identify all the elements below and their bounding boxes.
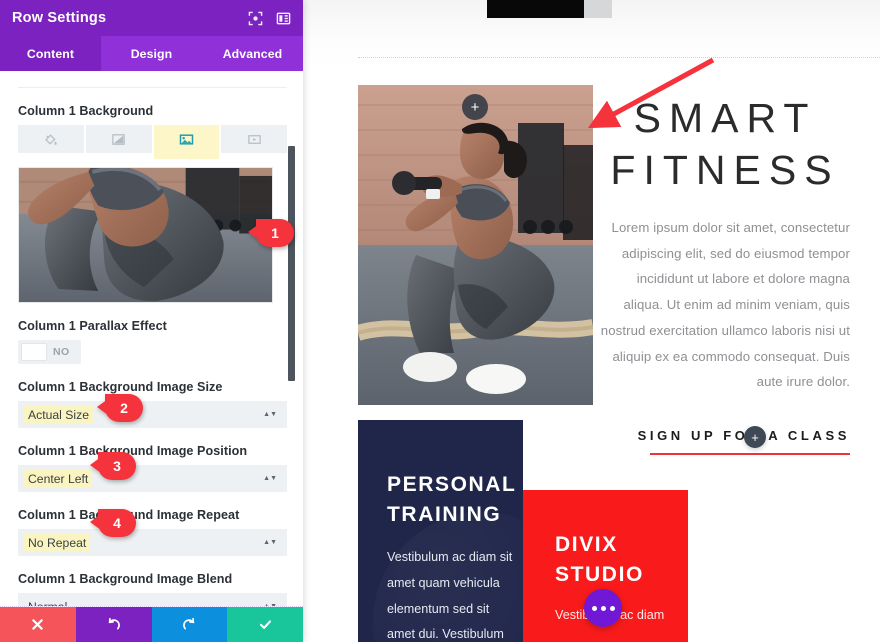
bg-image-position-value: Center Left bbox=[24, 469, 93, 488]
bg-image-position-select[interactable]: Center Left ▲▼ bbox=[18, 465, 287, 492]
background-color-icon bbox=[45, 133, 58, 145]
image-add-icon[interactable]: + bbox=[462, 94, 488, 120]
more-options-fab[interactable] bbox=[584, 589, 622, 627]
callout-number: 2 bbox=[120, 400, 128, 416]
column-background-label: Column 1 Background bbox=[18, 104, 154, 118]
bg-image-size-label: Column 1 Background Image Size bbox=[18, 380, 223, 394]
callout-pin-2: 2 bbox=[97, 394, 143, 422]
save-button[interactable] bbox=[227, 607, 303, 642]
redo-icon bbox=[182, 617, 195, 630]
bg-image-position-label: Column 1 Background Image Position bbox=[18, 444, 248, 458]
panel-scrollbar-thumb[interactable] bbox=[288, 146, 295, 381]
bg-image-size-value: Actual Size bbox=[24, 405, 93, 424]
panel-header: Row Settings bbox=[0, 0, 303, 36]
callout-pin-4: 4 bbox=[90, 509, 136, 537]
bg-image-repeat-value: No Repeat bbox=[24, 533, 91, 552]
undo-icon bbox=[108, 617, 121, 630]
background-image-preview[interactable] bbox=[18, 167, 273, 303]
tab-advanced[interactable]: Advanced bbox=[202, 36, 303, 71]
cta-underline bbox=[650, 453, 850, 456]
panel-header-icons bbox=[248, 11, 291, 26]
parallax-toggle-value: NO bbox=[53, 346, 70, 358]
cancel-button[interactable] bbox=[0, 607, 76, 642]
background-image-icon bbox=[179, 133, 194, 145]
close-icon bbox=[32, 619, 44, 630]
add-module-button[interactable]: + bbox=[744, 426, 766, 448]
hero-image[interactable] bbox=[358, 85, 593, 405]
hero-heading-line1: SMART bbox=[633, 95, 817, 141]
hero-heading-line2: FITNESS bbox=[610, 147, 840, 194]
hero-image-illustration bbox=[358, 85, 593, 405]
check-icon bbox=[259, 620, 271, 629]
top-black-bar bbox=[487, 0, 584, 18]
tab-design[interactable]: Design bbox=[101, 36, 202, 71]
fullscreen-icon[interactable] bbox=[248, 11, 263, 26]
background-gradient-tab[interactable] bbox=[85, 125, 152, 153]
panel-scrollbar-track[interactable] bbox=[288, 71, 299, 606]
undo-button[interactable] bbox=[75, 607, 152, 642]
background-color-tab[interactable] bbox=[18, 125, 84, 153]
callout-number: 1 bbox=[271, 225, 279, 241]
chevron-updown-icon: ▲▼ bbox=[263, 602, 277, 607]
section-divider bbox=[18, 87, 287, 88]
personal-training-block: PERSONAL TRAINING Vestibulum ac diam sit… bbox=[358, 420, 523, 642]
divix-studio-heading: DIVIX STUDIO bbox=[555, 533, 644, 587]
panel-tabs: Content Design Advanced bbox=[0, 36, 303, 71]
background-gradient-icon bbox=[112, 133, 125, 145]
preview-image-illustration bbox=[19, 168, 272, 302]
hero-cta-wrapper: SIGN UP FOR A CLASS bbox=[600, 427, 850, 456]
fab-dot bbox=[591, 605, 597, 611]
panel-body: Column 1 Background Column 1 Parallax Ef… bbox=[0, 71, 303, 606]
bg-image-blend-select[interactable]: Normal ▲▼ bbox=[18, 593, 287, 606]
bg-image-size-select[interactable]: Actual Size ▲▼ bbox=[18, 401, 287, 428]
parallax-toggle[interactable]: NO bbox=[18, 340, 81, 364]
parallax-label: Column 1 Parallax Effect bbox=[18, 319, 167, 333]
personal-training-heading: PERSONAL TRAINING bbox=[387, 473, 517, 527]
layout-panel-icon[interactable] bbox=[276, 11, 291, 26]
bg-image-repeat-select[interactable]: No Repeat ▲▼ bbox=[18, 529, 287, 556]
top-gray-bar bbox=[584, 0, 612, 18]
redo-button[interactable] bbox=[151, 607, 228, 642]
bg-image-repeat-label: Column 1 Background Image Repeat bbox=[18, 508, 240, 522]
chevron-updown-icon: ▲▼ bbox=[263, 474, 277, 482]
callout-pin-3: 3 bbox=[90, 452, 136, 480]
callout-number: 4 bbox=[113, 515, 121, 531]
screenshot-root: + SMART FITNESS Lorem ipsum dolor sit am… bbox=[0, 0, 880, 642]
chevron-updown-icon: ▲▼ bbox=[263, 410, 277, 418]
background-image-tab[interactable] bbox=[153, 125, 220, 159]
row-settings-panel: Row Settings Content Design Advanced Col… bbox=[0, 0, 303, 642]
bg-image-blend-value: Normal bbox=[28, 600, 67, 607]
hero-paragraph: Lorem ipsum dolor sit amet, consectetur … bbox=[600, 219, 850, 390]
background-video-tab[interactable] bbox=[221, 125, 287, 153]
chevron-updown-icon: ▲▼ bbox=[263, 538, 277, 546]
background-video-icon bbox=[247, 134, 261, 144]
callout-number: 3 bbox=[113, 458, 121, 474]
panel-title: Row Settings bbox=[12, 10, 107, 26]
tab-content[interactable]: Content bbox=[0, 36, 101, 71]
hero-text-column: SMART FITNESS Lorem ipsum dolor sit amet… bbox=[600, 92, 850, 456]
bg-image-blend-label: Column 1 Background Image Blend bbox=[18, 572, 233, 586]
fab-dot bbox=[609, 605, 615, 611]
toggle-knob bbox=[21, 343, 47, 361]
callout-pin-1: 1 bbox=[248, 219, 294, 247]
fab-dot bbox=[600, 605, 606, 611]
background-type-selector bbox=[18, 125, 287, 159]
panel-footer bbox=[0, 606, 303, 642]
personal-training-paragraph: Vestibulum ac diam sit amet quam vehicul… bbox=[387, 549, 513, 642]
